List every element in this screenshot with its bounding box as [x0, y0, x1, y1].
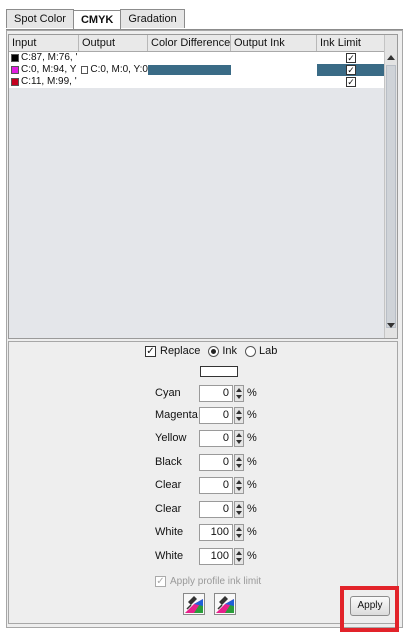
ink-label: White: [155, 550, 184, 562]
table-header: Input Output Color Difference Output Ink…: [9, 35, 385, 52]
column-header-output[interactable]: Output: [79, 35, 148, 51]
red-highlight-box: [340, 586, 399, 632]
tab-bar: Spot Color CMYK Gradation: [6, 9, 185, 29]
ink-value-input[interactable]: 0: [199, 429, 233, 447]
input-value: C:87, M:76, ': [21, 52, 78, 63]
input-value: C:11, M:99, ': [21, 76, 77, 87]
scroll-thumb[interactable]: [386, 65, 396, 328]
ink-label: Black: [155, 456, 182, 468]
color-picker-icon: [185, 596, 203, 613]
ink-row-clear-2: Clear 0 %: [155, 499, 257, 519]
table-row[interactable]: C:11, M:99, ' ✓: [9, 76, 385, 88]
ink-label: Cyan: [155, 387, 181, 399]
spinner-icon[interactable]: [234, 384, 244, 402]
replace-label: Replace: [160, 345, 201, 357]
replace-checkbox[interactable]: ✓: [145, 345, 156, 357]
table-row[interactable]: C:0, M:94, Y C:0, M:0, Y:0 ✓: [9, 64, 385, 76]
ink-label: Clear: [155, 479, 182, 491]
percent-label: %: [247, 456, 257, 468]
spinner-icon[interactable]: [234, 453, 244, 471]
percent-label: %: [247, 479, 257, 491]
spinner-icon[interactable]: [234, 500, 244, 518]
ink-label: White: [155, 526, 184, 538]
lab-radio[interactable]: [245, 345, 257, 357]
percent-label: %: [247, 387, 257, 399]
ink-limit-checkbox[interactable]: ✓: [346, 65, 356, 75]
scroll-down-icon[interactable]: [387, 323, 395, 328]
ink-row-white: White 100 %: [155, 522, 257, 542]
color-replacement-table: Input Output Color Difference Output Ink…: [8, 34, 398, 339]
apply-profile-ink-limit-checkbox[interactable]: ✓: [155, 576, 166, 587]
ink-label: Magenta: [155, 409, 198, 421]
spinner-icon[interactable]: [234, 523, 244, 541]
ink-row-clear: Clear 0 %: [155, 475, 257, 495]
ink-limit-checkbox[interactable]: ✓: [346, 77, 356, 87]
ink-row-black: Black 0 %: [155, 452, 257, 472]
color-picker-icon: [216, 596, 234, 613]
spinner-icon[interactable]: [234, 547, 244, 565]
scroll-up-icon[interactable]: [387, 55, 395, 60]
column-header-output-ink[interactable]: Output Ink: [231, 35, 317, 51]
ink-row-white-2: White 100 %: [155, 546, 257, 566]
table-body: C:87, M:76, ' ✓ C:0, M:94, Y C:0, M:0, Y…: [9, 52, 385, 88]
color-swatch: [11, 66, 19, 74]
color-picker-button[interactable]: [214, 593, 236, 615]
input-value: C:0, M:94, Y: [21, 64, 77, 75]
ink-row-cyan: Cyan 0 %: [155, 383, 257, 403]
ink-value-input[interactable]: 100: [199, 547, 233, 565]
percent-label: %: [247, 550, 257, 562]
tab-cmyk[interactable]: CMYK: [72, 10, 122, 29]
replace-mode-row: ✓ Replace Ink Lab: [145, 344, 277, 358]
ink-radio-label: Ink: [222, 345, 238, 357]
percent-label: %: [247, 526, 257, 538]
ink-limit-checkbox[interactable]: ✓: [346, 53, 356, 63]
ink-value-input[interactable]: 0: [199, 500, 233, 518]
spinner-icon[interactable]: [234, 429, 244, 447]
column-header-color-difference[interactable]: Color Difference: [148, 35, 231, 51]
column-header-input[interactable]: Input: [9, 35, 79, 51]
color-picker-button[interactable]: [183, 593, 205, 615]
ink-radio[interactable]: [208, 345, 220, 357]
selection-highlight: [148, 65, 231, 75]
ink-value-input[interactable]: 0: [199, 476, 233, 494]
ink-label: Yellow: [155, 432, 187, 444]
ink-value-input[interactable]: 0: [199, 384, 233, 402]
color-swatch: [81, 66, 89, 74]
tab-spot-color[interactable]: Spot Color: [6, 9, 74, 28]
table-row[interactable]: C:87, M:76, ' ✓: [9, 52, 385, 64]
ink-value-input[interactable]: 0: [199, 453, 233, 471]
ink-value-input[interactable]: 100: [199, 523, 233, 541]
output-value: C:0, M:0, Y:0: [90, 64, 148, 75]
ink-label: Clear: [155, 503, 182, 515]
color-swatch: [11, 78, 19, 86]
vertical-scrollbar[interactable]: [384, 35, 397, 338]
ink-value-input[interactable]: 0: [199, 406, 233, 424]
percent-label: %: [247, 432, 257, 444]
spinner-icon[interactable]: [234, 476, 244, 494]
ink-row-magenta: Magenta 0 %: [155, 405, 257, 425]
spinner-icon[interactable]: [234, 406, 244, 424]
column-header-ink-limit[interactable]: Ink Limit: [317, 35, 385, 51]
color-preview: [200, 366, 238, 377]
lab-radio-label: Lab: [259, 345, 278, 357]
tab-gradation[interactable]: Gradation: [120, 9, 185, 28]
percent-label: %: [247, 409, 257, 421]
ink-row-yellow: Yellow 0 %: [155, 428, 257, 448]
color-swatch: [11, 54, 19, 62]
apply-profile-ink-limit-label: Apply profile ink limit: [170, 576, 262, 587]
apply-profile-ink-limit-row: ✓ Apply profile ink limit: [155, 575, 261, 588]
percent-label: %: [247, 503, 257, 515]
